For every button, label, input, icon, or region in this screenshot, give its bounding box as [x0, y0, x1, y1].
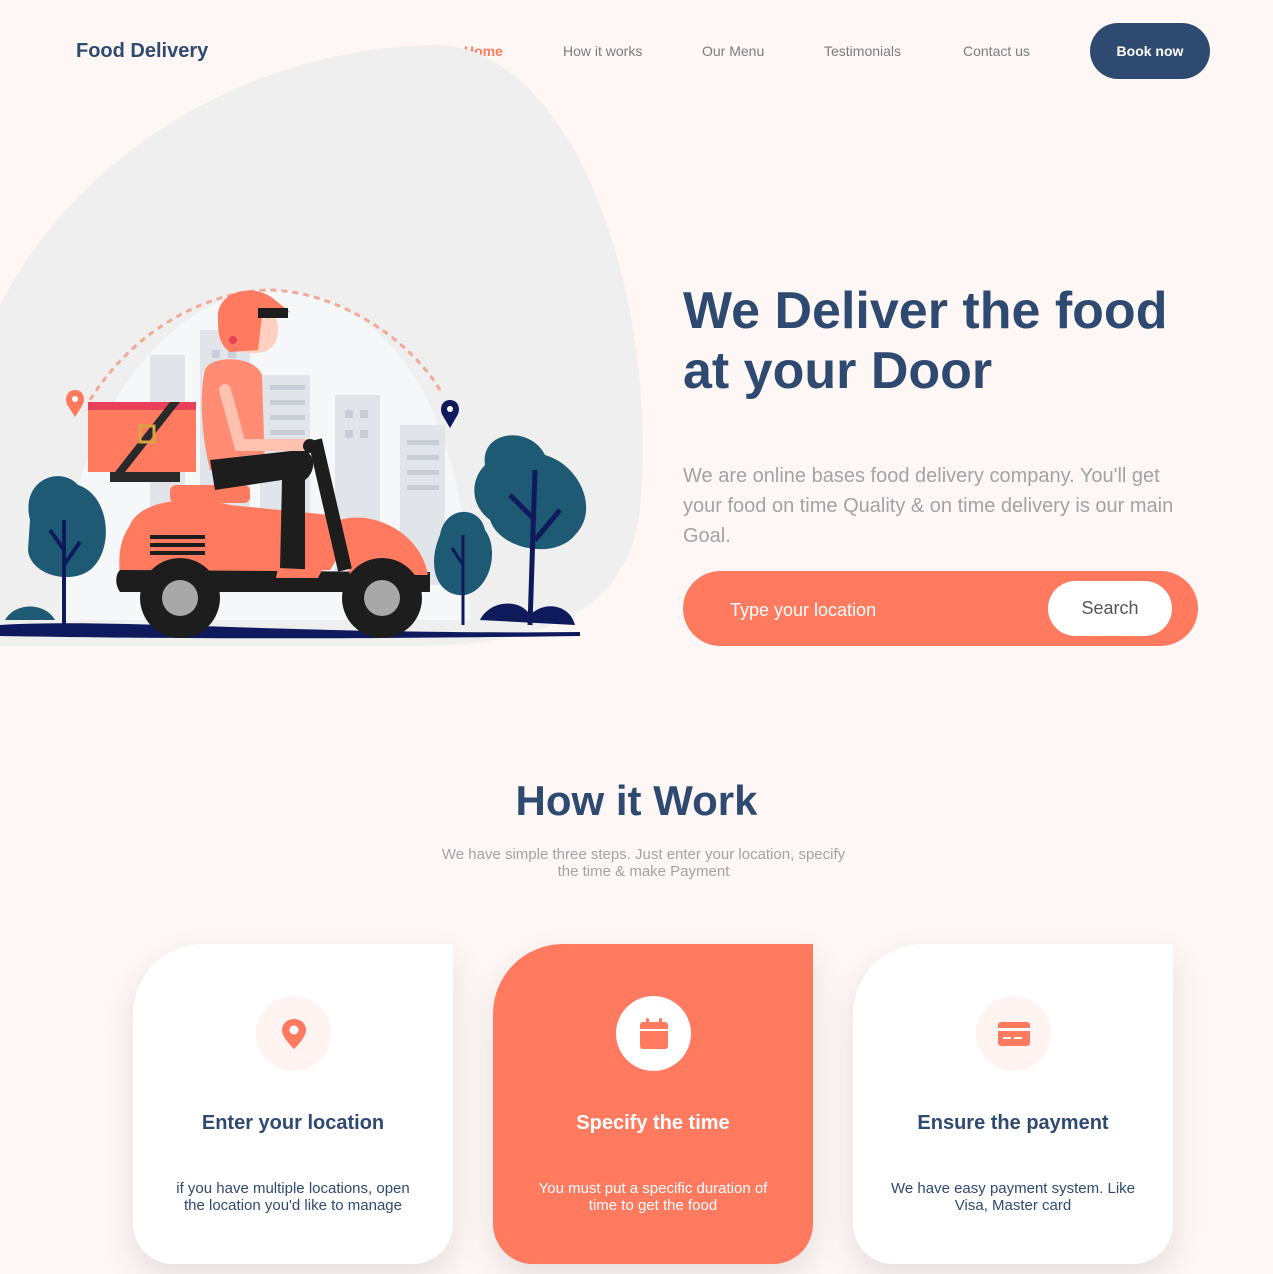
location-search-bar: Search: [683, 571, 1198, 646]
location-pin-icon: [256, 996, 331, 1071]
nav-our-menu[interactable]: Our Menu: [702, 43, 764, 59]
step-card-payment[interactable]: Ensure the payment We have easy payment …: [853, 944, 1173, 1264]
calendar-icon: [616, 996, 691, 1071]
how-it-works-title: How it Work: [515, 777, 758, 824]
step-card-text: if you have multiple locations, open the…: [176, 1180, 410, 1214]
how-it-works-subtitle: We have simple three steps. Just enter y…: [441, 846, 846, 880]
step-card-title: Ensure the payment: [917, 1112, 1109, 1134]
book-now-button[interactable]: Book now: [1090, 23, 1210, 79]
search-button[interactable]: Search: [1048, 581, 1172, 636]
nav-testimonials[interactable]: Testimonials: [824, 43, 901, 59]
step-card-title: Specify the time: [576, 1112, 730, 1134]
step-card-text: You must put a specific duration of time…: [538, 1180, 768, 1214]
hero-description: We are online bases food delivery compan…: [683, 465, 1174, 547]
location-search-input[interactable]: [728, 589, 1032, 631]
step-card-location[interactable]: Enter your location if you have multiple…: [133, 944, 453, 1264]
hero-title: We Deliver the food at your Door: [683, 281, 1243, 401]
hero-title-line-2: at your Door: [683, 342, 993, 400]
nav-contact-us[interactable]: Contact us: [963, 43, 1030, 59]
delivery-scooter-illustration: [0, 288, 587, 639]
credit-card-icon: [976, 996, 1051, 1071]
hero-title-line-1: We Deliver the food: [683, 282, 1168, 340]
step-card-text: We have easy payment system. Like Visa, …: [891, 1180, 1135, 1214]
step-card-title: Enter your location: [201, 1112, 385, 1134]
step-card-time[interactable]: Specify the time You must put a specific…: [493, 944, 813, 1264]
